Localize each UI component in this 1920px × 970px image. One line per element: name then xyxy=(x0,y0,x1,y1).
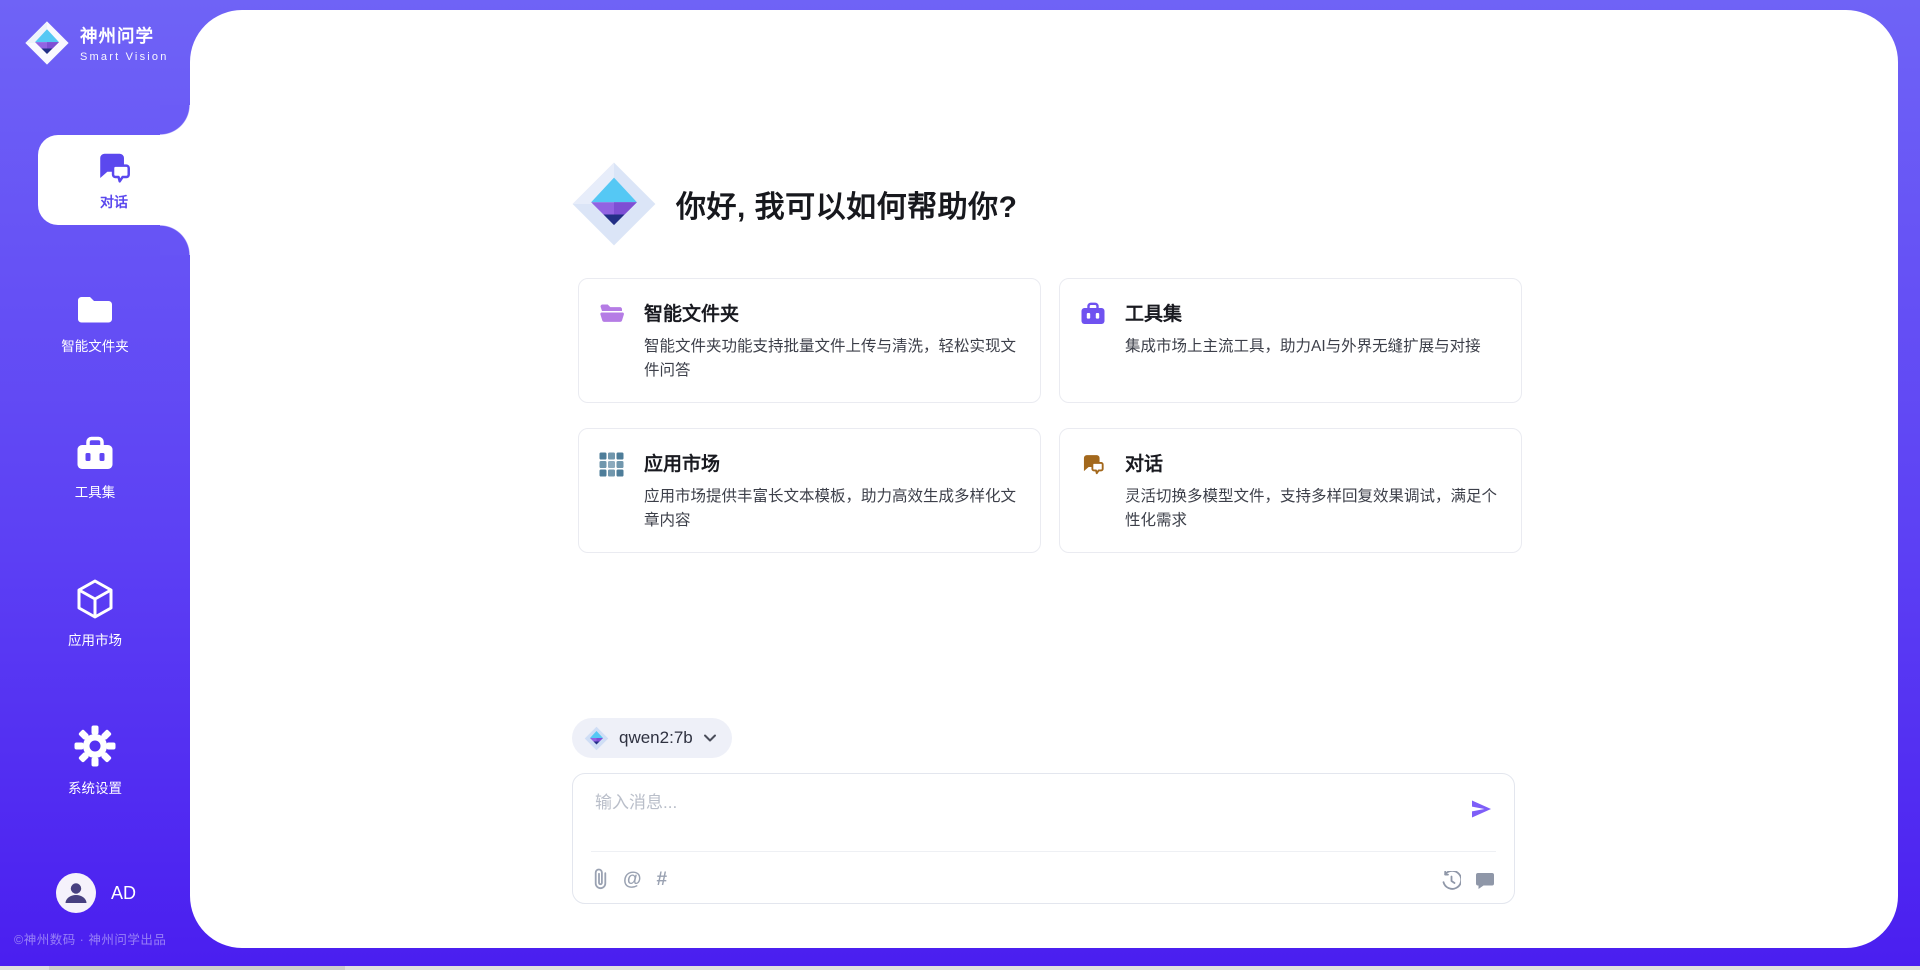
comment-icon[interactable] xyxy=(1476,872,1494,889)
brand-diamond-icon xyxy=(584,726,609,751)
app-window: 神州问学 Smart Vision 对话 智能文件夹 xyxy=(0,0,1920,970)
brand-name: 神州问学 xyxy=(80,23,169,48)
user-profile[interactable]: AD xyxy=(56,873,136,913)
folder-open-icon xyxy=(599,302,625,402)
paperclip-icon[interactable] xyxy=(593,868,608,890)
card-description: 灵活切换多模型文件，支持多样回复效果调试，满足个性化需求 xyxy=(1125,485,1499,533)
sidebar-item-label: 工具集 xyxy=(75,481,116,501)
gear-icon xyxy=(73,724,117,768)
chat-icon xyxy=(1080,452,1106,552)
model-name: qwen2:7b xyxy=(619,728,693,748)
user-name: AD xyxy=(111,883,136,904)
sidebar-item-chat[interactable]: 对话 xyxy=(38,135,190,225)
feature-cards: 智能文件夹 智能文件夹功能支持批量文件上传与清洗，轻松实现文件问答 工具集 集成… xyxy=(578,278,1522,553)
composer-actions xyxy=(1442,871,1494,890)
card-title: 对话 xyxy=(1125,449,1499,476)
card-chat[interactable]: 对话 灵活切换多模型文件，支持多样回复效果调试，满足个性化需求 xyxy=(1059,428,1522,553)
cube-icon xyxy=(74,578,116,620)
hash-icon[interactable]: # xyxy=(657,870,668,889)
sidebar-item-app-market[interactable]: 应用市场 xyxy=(0,578,190,649)
tab-curve-bottom xyxy=(160,225,190,255)
brand-subtitle: Smart Vision xyxy=(80,51,169,63)
message-input[interactable] xyxy=(593,786,1413,820)
sidebar-item-toolset[interactable]: 工具集 xyxy=(0,436,190,501)
sidebar-item-label: 对话 xyxy=(100,192,128,212)
brand-diamond-icon xyxy=(24,20,70,66)
card-title: 应用市场 xyxy=(644,449,1018,476)
model-selector[interactable]: qwen2:7b xyxy=(572,718,732,758)
brand-logo: 神州问学 Smart Vision xyxy=(24,20,169,66)
horizontal-scrollbar-thumb[interactable] xyxy=(49,966,345,970)
card-description: 集成市场上主流工具，助力AI与外界无缝扩展与对接 xyxy=(1125,335,1481,359)
card-toolset[interactable]: 工具集 集成市场上主流工具，助力AI与外界无缝扩展与对接 xyxy=(1059,278,1522,403)
grid-icon xyxy=(599,452,625,552)
sidebar-item-label: 系统设置 xyxy=(68,777,122,797)
folder-icon xyxy=(75,292,115,326)
sidebar-item-settings[interactable]: 系统设置 xyxy=(0,724,190,797)
brand-diamond-icon xyxy=(570,160,658,248)
card-description: 应用市场提供丰富长文本模板，助力高效生成多样化文章内容 xyxy=(644,485,1018,533)
page-title: 你好, 我可以如何帮助你? xyxy=(676,182,1018,226)
avatar xyxy=(56,873,96,913)
tab-curve-top xyxy=(160,105,190,135)
composer-divider xyxy=(591,851,1496,853)
card-title: 智能文件夹 xyxy=(644,299,1018,326)
card-description: 智能文件夹功能支持批量文件上传与清洗，轻松实现文件问答 xyxy=(644,335,1018,383)
chevron-down-icon xyxy=(703,733,717,743)
card-title: 工具集 xyxy=(1125,299,1481,326)
sidebar-item-label: 智能文件夹 xyxy=(61,335,129,355)
composer-tools: @ # xyxy=(593,868,667,890)
history-icon[interactable] xyxy=(1442,871,1461,890)
chat-icon xyxy=(95,149,133,187)
card-app-market[interactable]: 应用市场 应用市场提供丰富长文本模板，助力高效生成多样化文章内容 xyxy=(578,428,1041,553)
card-smart-folder[interactable]: 智能文件夹 智能文件夹功能支持批量文件上传与清洗，轻松实现文件问答 xyxy=(578,278,1041,403)
greeting-block: 你好, 我可以如何帮助你? xyxy=(570,160,1018,248)
send-icon[interactable] xyxy=(1470,798,1492,820)
horizontal-scrollbar-track xyxy=(0,966,1920,970)
message-composer: @ # xyxy=(572,773,1515,904)
toolbox-icon xyxy=(1080,302,1106,402)
at-icon[interactable]: @ xyxy=(623,870,642,889)
sidebar-item-label: 应用市场 xyxy=(68,629,122,649)
sidebar-item-smart-folder[interactable]: 智能文件夹 xyxy=(0,292,190,355)
copyright-footer: ©神州数码 · 神州问学出品 xyxy=(14,929,166,948)
briefcase-icon xyxy=(75,436,115,472)
